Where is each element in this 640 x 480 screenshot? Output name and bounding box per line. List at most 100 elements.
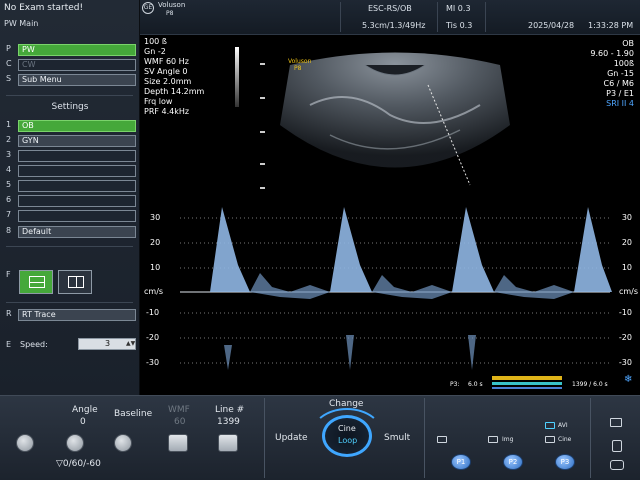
- param-line: PRF 4.4kHz: [144, 107, 190, 116]
- settings-label: [18, 165, 136, 177]
- cine-loop-button[interactable]: Cine Loop: [322, 415, 372, 457]
- wmf-button[interactable]: [168, 434, 188, 452]
- cine-frame-label: 1399 / 6.0 s: [572, 381, 608, 388]
- angle-presets: ▽0/60/-60: [56, 459, 101, 469]
- mode-title: PW Main: [4, 19, 39, 28]
- left-panel: No Exam started! PW Main P PW C CW S Sub…: [0, 0, 140, 395]
- save-cine-icon: [545, 436, 555, 443]
- ge-logo-icon: GE: [142, 2, 154, 14]
- p3-value: 6.0 s: [468, 381, 483, 388]
- cine-bar-yellow: [492, 376, 562, 380]
- depth-marker: [260, 131, 265, 133]
- line-label: Line #: [215, 405, 245, 415]
- depth-marker: [260, 187, 265, 189]
- line-value: 1399: [217, 417, 240, 427]
- settings-item-gyn[interactable]: 2 GYN: [4, 135, 136, 147]
- settings-item-7[interactable]: 7: [4, 210, 136, 222]
- axis-tick-right: -10: [618, 308, 632, 317]
- axis-tick-right: -30: [618, 358, 632, 367]
- save-image-icon: [488, 436, 498, 443]
- speed-value: 3: [105, 339, 111, 348]
- line-button[interactable]: [218, 434, 238, 452]
- freeze-snowflake-icon: ❄: [624, 374, 633, 385]
- phone-icon[interactable]: [610, 460, 624, 470]
- cine-label: Cine: [338, 424, 356, 433]
- avi-icon: [545, 422, 555, 429]
- settings-label: [18, 180, 136, 192]
- divider: [264, 398, 265, 478]
- baseline-knob[interactable]: [114, 434, 132, 452]
- divider: [485, 2, 486, 32]
- brand-model: P8: [166, 10, 174, 17]
- settings-label: [18, 195, 136, 207]
- cine-bar-cyan: [492, 382, 562, 385]
- smult-label: Smult: [384, 433, 411, 443]
- param-line: Size 2.0mm: [144, 77, 192, 86]
- settings-key: 5: [6, 180, 12, 189]
- speed-stepper[interactable]: 3 ▲▼: [78, 338, 136, 350]
- settings-item-4[interactable]: 4: [4, 165, 136, 177]
- angle-presets-knob[interactable]: [16, 434, 34, 452]
- param-line: Gn -15: [607, 69, 634, 78]
- param-overlay-left: 100 ß Gn -2 WMF 60 Hz SV Angle 0 Size 2.…: [144, 37, 204, 117]
- brand-name: Voluson: [158, 1, 186, 9]
- speed-key: E: [6, 340, 12, 349]
- format-split-button[interactable]: [58, 270, 92, 294]
- depth-rate: 5.3cm/1.3/49Hz: [362, 21, 426, 30]
- format-single-button[interactable]: [19, 270, 53, 294]
- settings-label: Default: [18, 226, 136, 238]
- settings-key: 7: [6, 210, 12, 219]
- p3-button[interactable]: P3: [555, 454, 575, 470]
- settings-item-6[interactable]: 6: [4, 195, 136, 207]
- exam-date: 2025/04/28: [528, 21, 575, 30]
- layout-vertical-icon: [68, 276, 84, 288]
- menu-label: Sub Menu: [18, 74, 136, 86]
- settings-item-ob[interactable]: 1 OB: [4, 120, 136, 132]
- p3-label: P3:: [450, 381, 460, 388]
- axis-unit-right: cm/s: [618, 287, 638, 296]
- menu-item-sub-menu[interactable]: S Sub Menu: [4, 74, 136, 86]
- depth-marker: [260, 97, 265, 99]
- format-key: F: [6, 270, 11, 279]
- image-brand-model: P8: [294, 65, 302, 72]
- probe-name: ESC-RS/OB: [368, 4, 412, 13]
- p1-button[interactable]: P1: [451, 454, 471, 470]
- bmode-image[interactable]: [270, 45, 520, 205]
- divider: [6, 95, 133, 96]
- axis-tick-left: -10: [146, 308, 160, 317]
- p2-button[interactable]: P2: [503, 454, 523, 470]
- ultrasound-image-area[interactable]: 100 ß Gn -2 WMF 60 Hz SV Angle 0 Size 2.…: [140, 35, 640, 395]
- doppler-spectrum[interactable]: [140, 195, 640, 395]
- disk-icon[interactable]: [612, 440, 622, 452]
- cine-bar-blue: [492, 387, 562, 389]
- monitor-icon[interactable]: [610, 418, 622, 427]
- settings-key: 4: [6, 165, 12, 174]
- divider: [437, 2, 438, 32]
- param-overlay-right: OB 9.60 - 1.90 100ß Gn -15 C6 / M6 P3 / …: [590, 39, 634, 109]
- axis-tick-right: 10: [621, 263, 632, 272]
- depth-marker: [260, 163, 265, 165]
- spin-arrows-icon[interactable]: ▲▼: [126, 340, 135, 348]
- menu-item-cw[interactable]: C CW: [4, 59, 136, 71]
- settings-key: 2: [6, 135, 12, 144]
- menu-key: C: [6, 59, 12, 68]
- settings-item-default[interactable]: 8 Default: [4, 226, 136, 238]
- axis-unit-left: cm/s: [144, 287, 164, 296]
- img-label: Img: [502, 436, 514, 443]
- menu-item-pw[interactable]: P PW: [4, 44, 136, 56]
- rt-trace-key: R: [6, 309, 12, 318]
- menu-label: CW: [18, 59, 136, 71]
- rt-trace-item[interactable]: R RT Trace: [4, 309, 136, 321]
- grayscale-bar: [235, 47, 239, 107]
- axis-tick-right: 30: [621, 213, 632, 222]
- angle-value: 0: [80, 417, 86, 427]
- axis-tick-left: -20: [146, 333, 160, 342]
- cine2-label: Cine: [558, 436, 572, 443]
- settings-item-5[interactable]: 5: [4, 180, 136, 192]
- avi-label: AVI: [558, 422, 568, 429]
- angle-knob[interactable]: [66, 434, 84, 452]
- settings-item-3[interactable]: 3: [4, 150, 136, 162]
- menu-label: PW: [18, 44, 136, 56]
- settings-key: 6: [6, 195, 12, 204]
- settings-key: 1: [6, 120, 12, 129]
